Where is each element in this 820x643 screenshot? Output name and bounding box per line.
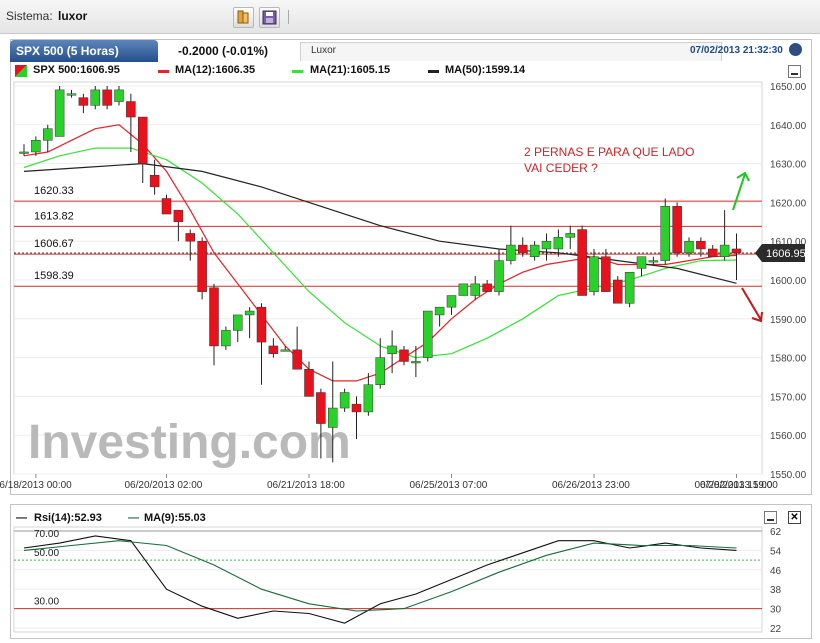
rsi-plot-area <box>13 526 763 633</box>
rsi-level-label: 70.00 <box>34 529 59 540</box>
rsi-y-tick-label: 22 <box>770 624 782 635</box>
rsi-y-axis: 22 30 38 46 54 62 <box>770 527 782 635</box>
rsi-level-label: 50.00 <box>34 548 59 559</box>
rsi-chart: 70.00 50.00 30.00 22 30 38 46 54 62 <box>13 526 782 635</box>
rsi-level-label: 30.00 <box>34 597 59 608</box>
rsi-y-tick-label: 46 <box>770 566 782 577</box>
rsi-y-tick-label: 38 <box>770 585 782 596</box>
rsi-y-tick-label: 62 <box>770 527 782 538</box>
rsi-y-tick-label: 30 <box>770 605 782 616</box>
rsi-y-tick-label: 54 <box>770 546 782 557</box>
